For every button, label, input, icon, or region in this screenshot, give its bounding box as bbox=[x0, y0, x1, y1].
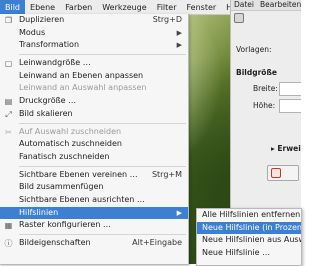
menubar-item-werkzeuge[interactable]: Werkzeuge bbox=[97, 0, 151, 14]
menu-item-leinwand-an-ebenen[interactable]: Leinwand an Ebenen anpassen bbox=[0, 70, 188, 83]
dialog-menu-datei[interactable]: Datei bbox=[231, 0, 257, 10]
menu-item-bild-skalieren[interactable]: ⤢ Bild skalieren bbox=[0, 108, 188, 121]
menubar-item-filter[interactable]: Filter bbox=[152, 0, 182, 14]
image-size-heading: Bildgröße bbox=[236, 68, 277, 77]
width-field[interactable] bbox=[279, 82, 301, 96]
menu-item-sichtbare-ebenen-ausrichten[interactable]: Sichtbare Ebenen ausrichten … bbox=[0, 194, 188, 207]
menu-separator bbox=[19, 54, 186, 56]
chevron-right-icon: ▶ bbox=[176, 208, 182, 217]
reset-button[interactable] bbox=[267, 165, 299, 181]
width-label: Breite: bbox=[253, 84, 278, 93]
menu-separator bbox=[19, 165, 186, 167]
menu-item-bild-zusammenfuegen[interactable]: Bild zusammenfügen bbox=[0, 181, 188, 194]
chevron-right-icon: ▶ bbox=[176, 41, 182, 50]
crop-icon: ✂ bbox=[5, 127, 12, 137]
dialog-tool-icon[interactable] bbox=[234, 13, 244, 23]
menu-separator bbox=[19, 122, 186, 124]
menu-item-auf-auswahl-zuschneiden: ✂ Auf Auswahl zuschneiden bbox=[5, 126, 122, 137]
grid-icon: ▦ bbox=[4, 221, 13, 231]
menu-item-fanatisch-zuschneiden[interactable]: Fanatisch zuschneiden bbox=[0, 151, 188, 164]
dialog-menu-bearbeiten[interactable]: Bearbeiten bbox=[257, 0, 301, 10]
print-size-icon: ▤ bbox=[4, 97, 13, 107]
menu-item-transformation[interactable]: Transformation ▶ bbox=[0, 39, 188, 52]
image-properties-icon: ⓘ bbox=[4, 239, 13, 248]
menu-item-modus[interactable]: Modus ▶ bbox=[0, 27, 188, 40]
submenu-item-neue-hilfslinie-prozent[interactable]: Neue Hilfslinie (in Prozent) … bbox=[197, 221, 301, 234]
menu-separator bbox=[19, 234, 186, 235]
dialog-menubar: Datei Bearbeiten bbox=[231, 0, 301, 11]
scale-image-icon: ⤢ bbox=[5, 109, 12, 119]
chevron-right-icon: ▶ bbox=[176, 28, 182, 37]
menu-item-hilfslinien[interactable]: Hilfslinien ▶ bbox=[0, 206, 188, 220]
submenu-item-alle-hilfslinien-entfernen[interactable]: Alle Hilfslinien entfernen bbox=[197, 209, 301, 222]
menubar-item-farben[interactable]: Farben bbox=[60, 0, 97, 14]
menu-item-druckgroesse[interactable]: ▤ Druckgröße … bbox=[0, 95, 188, 108]
menubar-item-ebene[interactable]: Ebene bbox=[25, 0, 60, 14]
height-label: Höhe: bbox=[253, 101, 276, 110]
submenu-item-neue-hilfslinien-aus-auswahl[interactable]: Neue Hilfslinien aus Auswahl bbox=[197, 234, 301, 247]
canvas-size-icon: ▢ bbox=[4, 59, 13, 69]
image-menu: ❐ Duplizieren Strg+D Modus ▶ Transformat… bbox=[0, 14, 189, 265]
menubar-item-fenster[interactable]: Fenster bbox=[182, 0, 222, 14]
menu-item-bildeigenschaften[interactable]: ⓘ Bildeigenschaften Alt+Eingabe bbox=[0, 237, 188, 250]
menu-item-leinwandgroesse[interactable]: ▢ Leinwandgröße … bbox=[0, 57, 188, 70]
menubar-item-bild[interactable]: Bild bbox=[0, 0, 26, 14]
reset-icon bbox=[271, 168, 281, 178]
duplicate-icon: ❐ bbox=[4, 16, 13, 25]
submenu-item-neue-hilfslinie[interactable]: Neue Hilfslinie … bbox=[197, 247, 301, 260]
menu-item-sichtbare-ebenen-vereinen[interactable]: Sichtbare Ebenen vereinen … Strg+M bbox=[0, 169, 188, 182]
menu-item-leinwand-an-auswahl: Leinwand an Auswahl anpassen bbox=[19, 83, 147, 93]
dialog-toolbar bbox=[231, 11, 301, 25]
guides-submenu: Alle Hilfslinien entfernen Neue Hilfslin… bbox=[196, 208, 302, 266]
height-field[interactable] bbox=[279, 99, 301, 113]
advanced-expander[interactable]: ▸ Erwei bbox=[271, 144, 301, 153]
menu-item-duplizieren[interactable]: ❐ Duplizieren Strg+D bbox=[0, 14, 188, 27]
menu-item-raster-konfigurieren[interactable]: ▦ Raster konfigurieren … bbox=[0, 219, 188, 232]
templates-label: Vorlagen: bbox=[236, 45, 272, 54]
menu-item-automatisch-zuschneiden[interactable]: Automatisch zuschneiden bbox=[0, 138, 188, 151]
